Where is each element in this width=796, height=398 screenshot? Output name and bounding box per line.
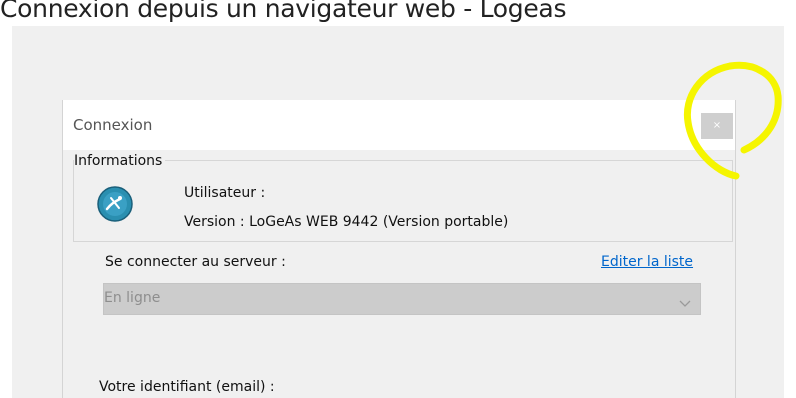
- close-icon: ×: [712, 120, 722, 131]
- identifier-label: Votre identifiant (email) :: [99, 379, 275, 395]
- server-select[interactable]: En ligne: [103, 283, 701, 315]
- dialog-title: Connexion: [73, 116, 153, 134]
- server-label: Se connecter au serveur :: [105, 254, 286, 270]
- close-button[interactable]: ×: [701, 113, 733, 139]
- user-label: Utilisateur :: [184, 185, 266, 201]
- login-dialog: Connexion × Informations Utilisateur : V…: [62, 100, 736, 398]
- version-label: Version : LoGeAs WEB 9442 (Version porta…: [184, 214, 509, 230]
- server-select-value: En ligne: [104, 290, 161, 306]
- app-logo-icon: [96, 185, 134, 227]
- page-caption: Connexion depuis un navigateur web - Log…: [0, 0, 567, 23]
- edit-list-link[interactable]: Editer la liste: [601, 254, 693, 270]
- dialog-titlebar: Connexion ×: [63, 100, 735, 150]
- chevron-down-icon: [679, 293, 691, 312]
- info-group: Informations Utilisateur : Version : LoG…: [73, 153, 733, 242]
- info-group-legend: Informations: [74, 153, 166, 169]
